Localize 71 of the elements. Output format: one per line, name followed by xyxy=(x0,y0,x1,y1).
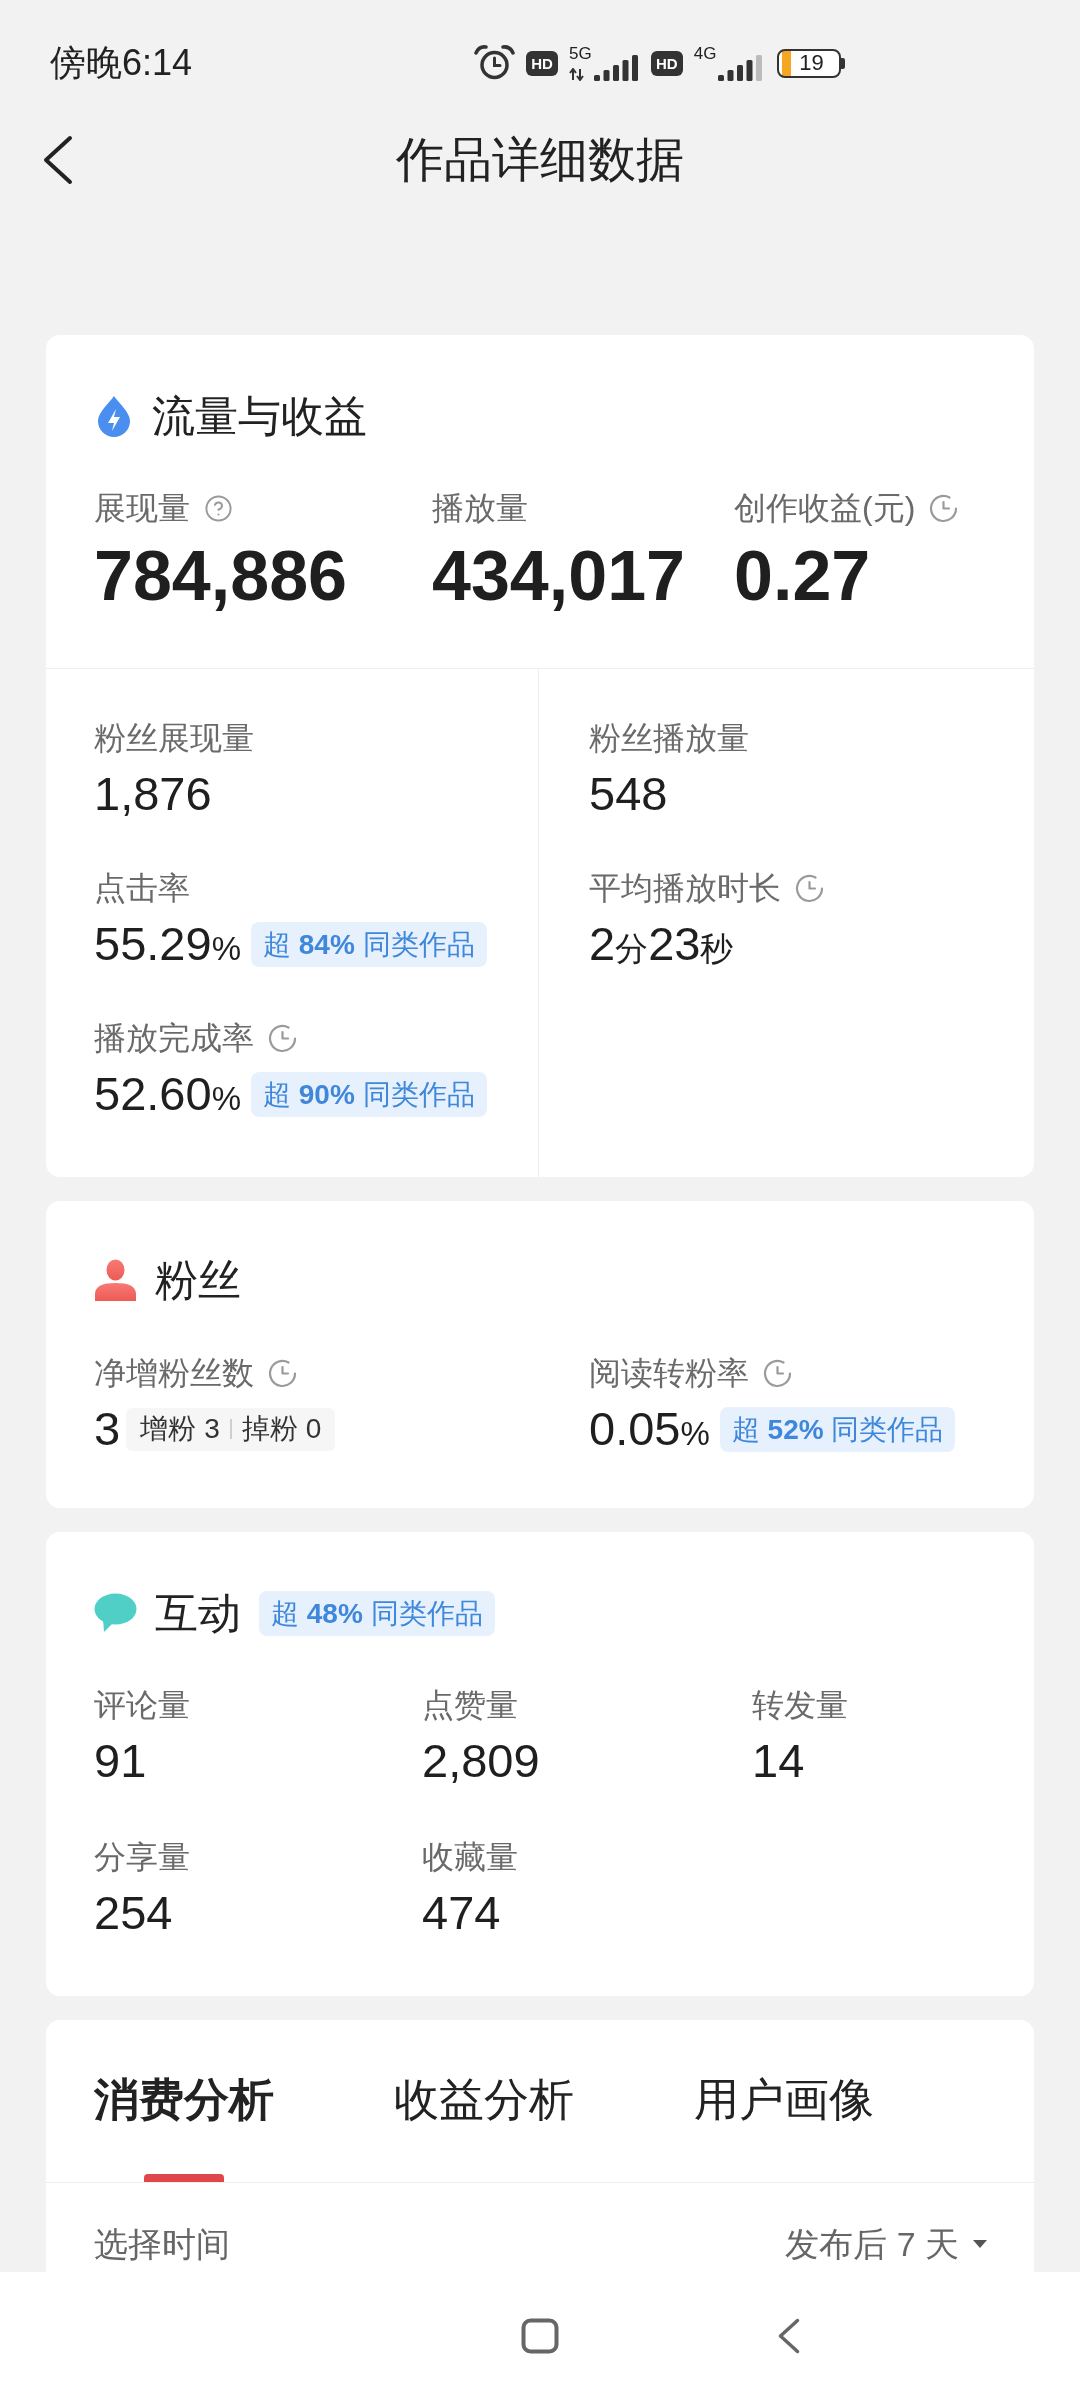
metric-value: 52.60% xyxy=(94,1066,241,1122)
metric-label: 评论量 xyxy=(94,1686,190,1725)
metric-value: 434,017 xyxy=(432,536,686,616)
hd-indicator: HD xyxy=(526,50,559,76)
clock-icon[interactable] xyxy=(268,1023,297,1053)
back-icon xyxy=(42,134,74,186)
percentile-badge: 超 90% 同类作品 xyxy=(250,1071,487,1117)
network-type: 4G xyxy=(693,45,717,62)
metric-label: 分享量 xyxy=(94,1838,190,1877)
alarm-clock-icon xyxy=(474,45,516,81)
hd-indicator: HD xyxy=(650,50,683,76)
metric-label: 收藏量 xyxy=(422,1838,518,1877)
metric-value: 2分23秒 xyxy=(589,916,734,972)
help-icon[interactable] xyxy=(204,493,233,523)
clock-icon[interactable] xyxy=(795,873,824,903)
card-title: 粉丝 xyxy=(155,1255,241,1305)
clock-time: 傍晚6:14 xyxy=(50,43,193,83)
card-title: 互动 xyxy=(155,1588,241,1638)
percentile-badge: 超 48% 同类作品 xyxy=(259,1590,495,1636)
home-square-icon xyxy=(521,2318,559,2354)
signal-bars-icon xyxy=(718,55,765,81)
breakdown-value: 3 xyxy=(204,1413,220,1445)
battery-indicator: 19 xyxy=(777,48,842,78)
back-icon xyxy=(777,2317,801,2355)
percentile-badge: 超 52% 同类作品 xyxy=(719,1406,956,1452)
metric-label: 净增粉丝数 xyxy=(94,1354,254,1393)
metric-label: 播放完成率 xyxy=(94,1019,254,1058)
metric-value: 0.27 xyxy=(734,536,871,616)
breakdown-label: 增粉 xyxy=(140,1412,197,1446)
battery-tip-icon xyxy=(841,57,846,69)
person-icon xyxy=(94,1259,137,1301)
metric-value: 3 xyxy=(94,1401,121,1457)
tab[interactable]: 收益分析 xyxy=(394,2020,574,2182)
clock-icon[interactable] xyxy=(763,1358,792,1388)
breakdown-label: 掉粉 xyxy=(241,1412,298,1446)
metric-label: 阅读转粉率 xyxy=(589,1354,749,1393)
metric-label: 平均播放时长 xyxy=(589,869,781,908)
tab[interactable]: 用户画像 xyxy=(694,2020,874,2182)
metric-label: 播放量 xyxy=(432,489,528,528)
tab[interactable]: 消费分析 xyxy=(94,2020,274,2182)
metric-label: 粉丝展现量 xyxy=(94,719,254,758)
caret-down-icon xyxy=(972,2239,988,2249)
page-title: 作品详细数据 xyxy=(396,132,684,188)
metric-value: 2,809 xyxy=(422,1733,540,1789)
metric-value: 474 xyxy=(422,1885,501,1941)
metric-value: 55.29% xyxy=(94,916,241,972)
metric-label: 点击率 xyxy=(94,869,190,908)
metric-label: 展现量 xyxy=(94,489,190,528)
breakdown-value: 0 xyxy=(305,1413,322,1445)
network-type: 5G xyxy=(569,45,592,62)
clock-icon[interactable] xyxy=(268,1358,297,1388)
metric-value: 0.05% xyxy=(589,1401,710,1457)
back-nav-button[interactable] xyxy=(777,2317,801,2355)
chat-bubble-icon xyxy=(94,1593,137,1633)
signal-bars-icon xyxy=(593,55,640,81)
percentile-badge: 超 84% 同类作品 xyxy=(250,921,487,967)
metric-label: 创作收益(元) xyxy=(734,489,916,528)
metric-value: 254 xyxy=(94,1885,173,1941)
metric-label: 点赞量 xyxy=(422,1686,518,1725)
filter-label: 选择时间 xyxy=(94,2225,230,2263)
metric-value: 1,876 xyxy=(94,766,212,822)
time-range-dropdown[interactable]: 发布后 7 天 xyxy=(785,2225,988,2263)
metric-label: 粉丝播放量 xyxy=(589,719,749,758)
card-title: 流量与收益 xyxy=(152,391,367,441)
metric-value: 91 xyxy=(94,1733,147,1789)
metric-label: 转发量 xyxy=(752,1686,848,1725)
metric-value: 14 xyxy=(752,1733,805,1789)
home-button[interactable] xyxy=(521,2318,559,2354)
clock-icon[interactable] xyxy=(929,493,959,523)
metric-value: 548 xyxy=(589,766,668,822)
metric-value: 784,886 xyxy=(94,536,348,616)
